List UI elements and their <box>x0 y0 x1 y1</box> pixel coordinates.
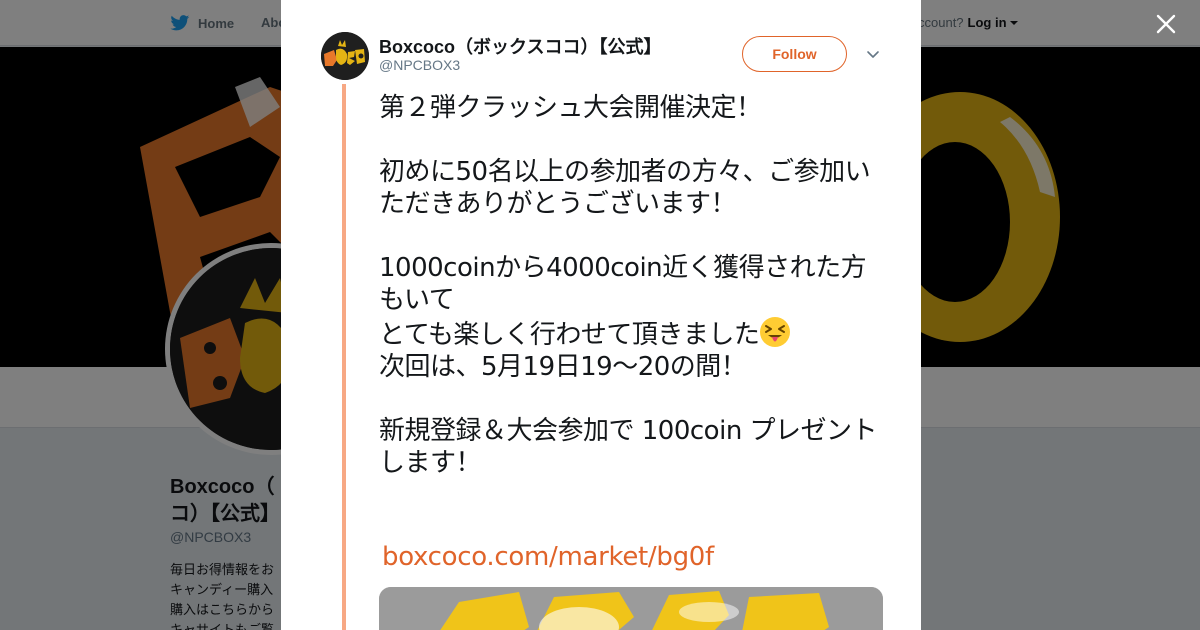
close-icon[interactable] <box>1154 12 1178 36</box>
thread-line <box>342 84 346 630</box>
author-name[interactable]: Boxcoco（ボックスココ）【公式】 <box>379 33 661 59</box>
chevron-down-icon[interactable] <box>865 46 881 62</box>
tweet-text: 第２弾クラッシュ大会開催決定！ 初めに50名以上の参加者の方々、ご参加いただきあ… <box>379 92 889 479</box>
tweet-modal: Boxcoco（ボックスココ）【公式】 @NPCBOX3 Follow 第２弾ク… <box>281 0 921 630</box>
author-handle[interactable]: @NPCBOX3 <box>379 57 460 73</box>
tweet-text-part-2: 次回は、5月19日19〜20の間！ 新規登録＆大会参加で 100coin プレゼ… <box>379 352 878 478</box>
author-avatar[interactable] <box>321 32 369 80</box>
crash-banner-artwork <box>379 587 883 630</box>
squinting-face-with-tongue-emoji <box>760 317 791 347</box>
tweet-media-image[interactable] <box>379 587 883 630</box>
boxcoco-logo-small <box>321 32 369 80</box>
follow-button[interactable]: Follow <box>742 36 847 72</box>
tweet-link[interactable]: boxcoco.com/market/bg0f <box>382 542 714 572</box>
tweet-text-part-1: 第２弾クラッシュ大会開催決定！ 初めに50名以上の参加者の方々、ご参加いただきあ… <box>379 93 871 350</box>
